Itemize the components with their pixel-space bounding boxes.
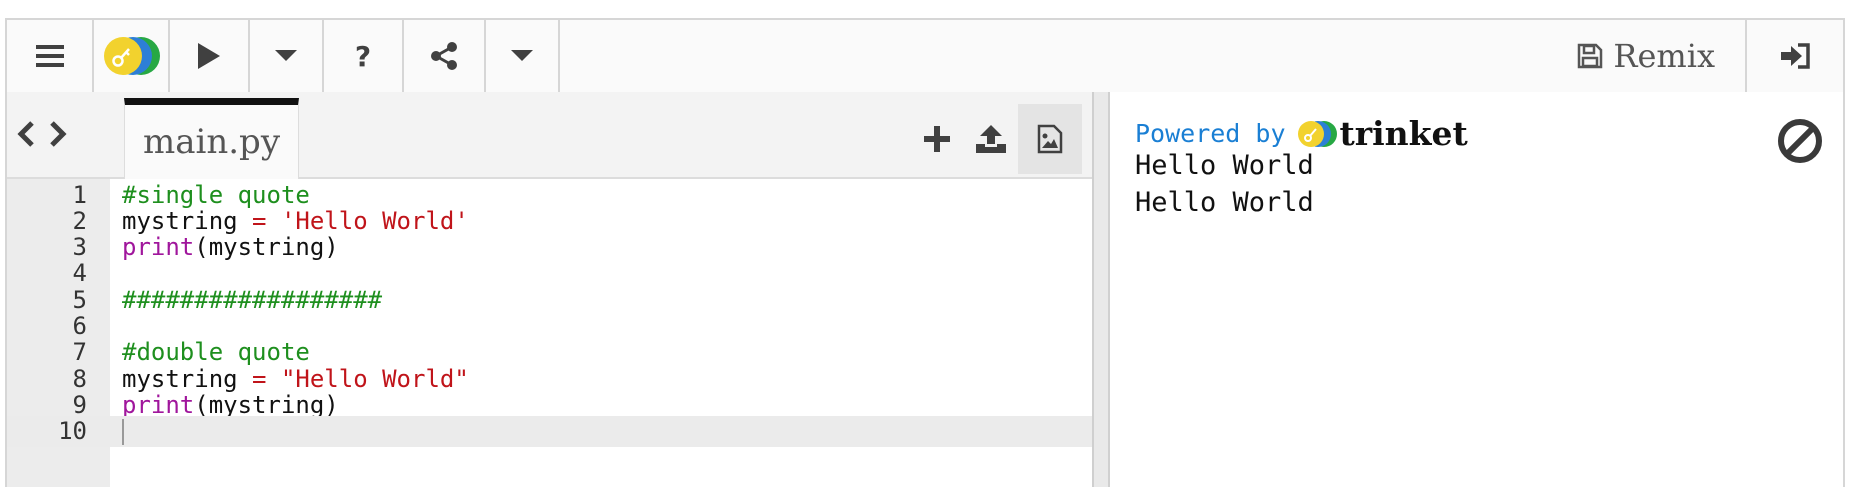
run-options-button[interactable] <box>250 20 324 92</box>
caret-down-icon <box>275 50 297 61</box>
plus-icon <box>924 126 950 152</box>
code-token: ################## <box>122 285 383 314</box>
code-token: (mystring) <box>194 390 339 419</box>
code-token: 'Hello World' <box>280 206 469 235</box>
code-text: #double quote <box>122 338 310 366</box>
line-number: 10 <box>58 417 87 446</box>
hamburger-icon <box>35 45 64 67</box>
code-line[interactable]: 10 <box>7 415 1092 447</box>
code-token: #double quote <box>122 338 310 367</box>
floppy-disk-icon <box>1578 43 1603 69</box>
share-options-button[interactable] <box>486 20 560 92</box>
output-line: Hello World <box>1135 187 1314 218</box>
add-image-button[interactable] <box>1018 104 1082 174</box>
code-token: = <box>252 364 267 393</box>
code-text: ################## <box>122 286 382 314</box>
line-number: 2 <box>72 206 87 235</box>
code-token: #single quote <box>122 180 310 209</box>
code-text: print(mystring) <box>122 391 339 419</box>
text-cursor <box>122 419 124 446</box>
line-number: 4 <box>72 259 87 288</box>
svg-text:?: ? <box>355 42 371 70</box>
share-button[interactable] <box>404 20 486 92</box>
line-number: 6 <box>72 312 87 340</box>
add-file-button[interactable] <box>910 104 964 174</box>
powered-by-text: Powered by <box>1135 119 1286 148</box>
tab-navigation <box>17 120 67 148</box>
code-token: mystring <box>122 206 253 235</box>
code-text: #single quote <box>122 181 310 209</box>
menu-button[interactable] <box>7 20 94 92</box>
trinket-app: ? Remix main.py 1 #single quote 2 mystri… <box>5 18 1845 487</box>
code-area[interactable]: 1 #single quote 2 mystring = 'Hello World' 3… <box>7 179 1092 487</box>
trinket-logo-icon <box>104 37 160 75</box>
code-editor: main.py 1 #single quote 2 mystring = 'He… <box>7 92 1094 487</box>
ban-icon <box>1778 119 1822 163</box>
line-number: 9 <box>72 390 87 419</box>
remix-label: Remix <box>1613 37 1715 75</box>
run-button[interactable] <box>170 20 250 92</box>
tab-main-py[interactable]: main.py <box>124 98 299 179</box>
trinket-logo-icon <box>1297 120 1337 147</box>
upload-icon <box>976 125 1006 153</box>
code-token: print <box>122 233 195 262</box>
code-text: mystring = 'Hello World' <box>122 207 469 235</box>
chevron-left-icon[interactable] <box>17 120 35 148</box>
logo-button[interactable] <box>94 20 170 92</box>
code-text: mystring = "Hello World" <box>122 365 469 393</box>
trinket-brand-name: trinket <box>1339 114 1468 153</box>
code-text <box>122 417 124 446</box>
remix-button[interactable]: Remix <box>1547 20 1747 92</box>
program-output: Hello World Hello World <box>1135 147 1314 221</box>
line-number: 3 <box>72 233 87 262</box>
chevron-right-icon[interactable] <box>49 120 67 148</box>
stop-button[interactable] <box>1777 118 1823 168</box>
code-token: print <box>122 390 195 419</box>
code-token: = <box>252 206 267 235</box>
login-button[interactable] <box>1747 20 1843 92</box>
editor-actions <box>910 104 1082 174</box>
output-line: Hello World <box>1135 150 1314 181</box>
code-text: print(mystring) <box>122 233 339 261</box>
line-number: 8 <box>72 364 87 393</box>
line-number: 7 <box>72 338 87 367</box>
help-button[interactable]: ? <box>324 20 404 92</box>
sign-in-icon <box>1781 43 1810 69</box>
code-token: (mystring) <box>194 233 339 262</box>
upload-file-button[interactable] <box>964 104 1018 174</box>
play-icon <box>198 43 220 69</box>
output-pane: Powered by trinket Hello World Hello Wor… <box>1110 92 1843 487</box>
caret-down-icon <box>511 50 533 61</box>
code-token: "Hello World" <box>280 364 469 393</box>
code-token: mystring <box>122 364 253 393</box>
image-icon <box>1037 124 1063 154</box>
line-number: 1 <box>72 180 87 209</box>
toolbar: ? Remix <box>7 20 1843 94</box>
share-icon <box>431 42 457 70</box>
pane-divider[interactable] <box>1094 92 1110 487</box>
editor-tabs-bar: main.py <box>7 92 1092 179</box>
question-icon: ? <box>355 42 371 70</box>
line-number: 5 <box>72 285 87 314</box>
